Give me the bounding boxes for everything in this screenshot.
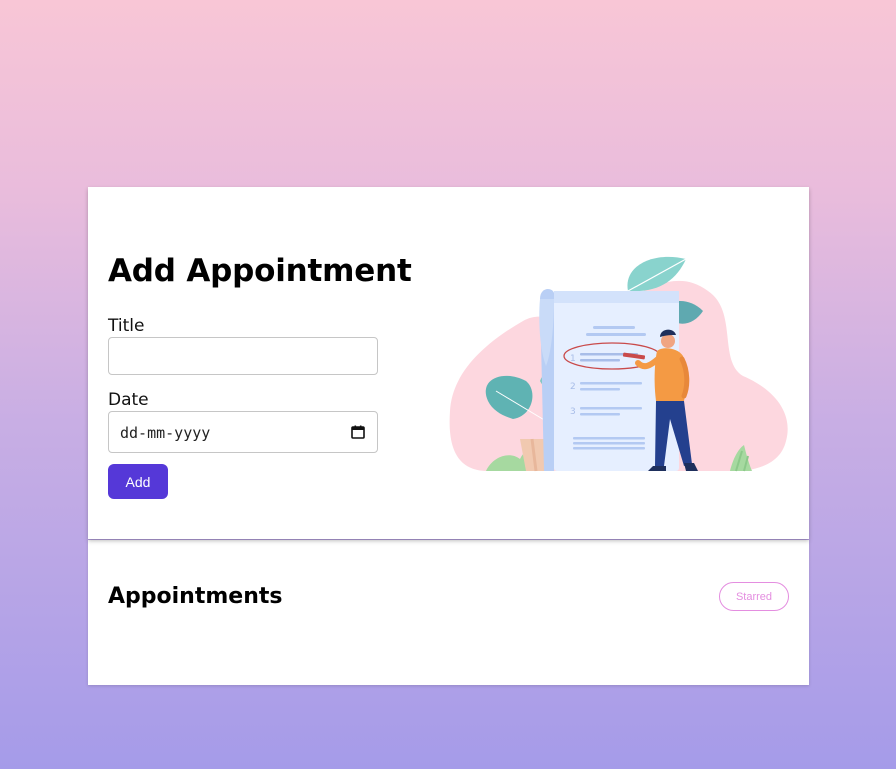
appointments-heading: Appointments [108, 584, 283, 609]
svg-text:3: 3 [570, 407, 576, 417]
title-input[interactable] [108, 337, 378, 375]
calendar-icon[interactable] [351, 425, 365, 439]
date-label: Date [108, 390, 149, 410]
svg-text:2: 2 [570, 382, 576, 392]
title-label: Title [108, 316, 145, 336]
date-input-placeholder: dd-mm-yyyy [120, 424, 211, 442]
page-title: Add Appointment [108, 253, 412, 289]
add-appointment-card: Add Appointment Title Date dd-mm-yyyy Ad… [88, 187, 809, 539]
appointments-card: Appointments Starred [88, 540, 809, 685]
add-button[interactable]: Add [108, 464, 168, 499]
date-input[interactable]: dd-mm-yyyy [108, 411, 378, 453]
svg-text:1: 1 [570, 354, 576, 364]
starred-filter-button[interactable]: Starred [719, 582, 789, 611]
appointment-illustration: 1 2 3 [449, 256, 788, 472]
